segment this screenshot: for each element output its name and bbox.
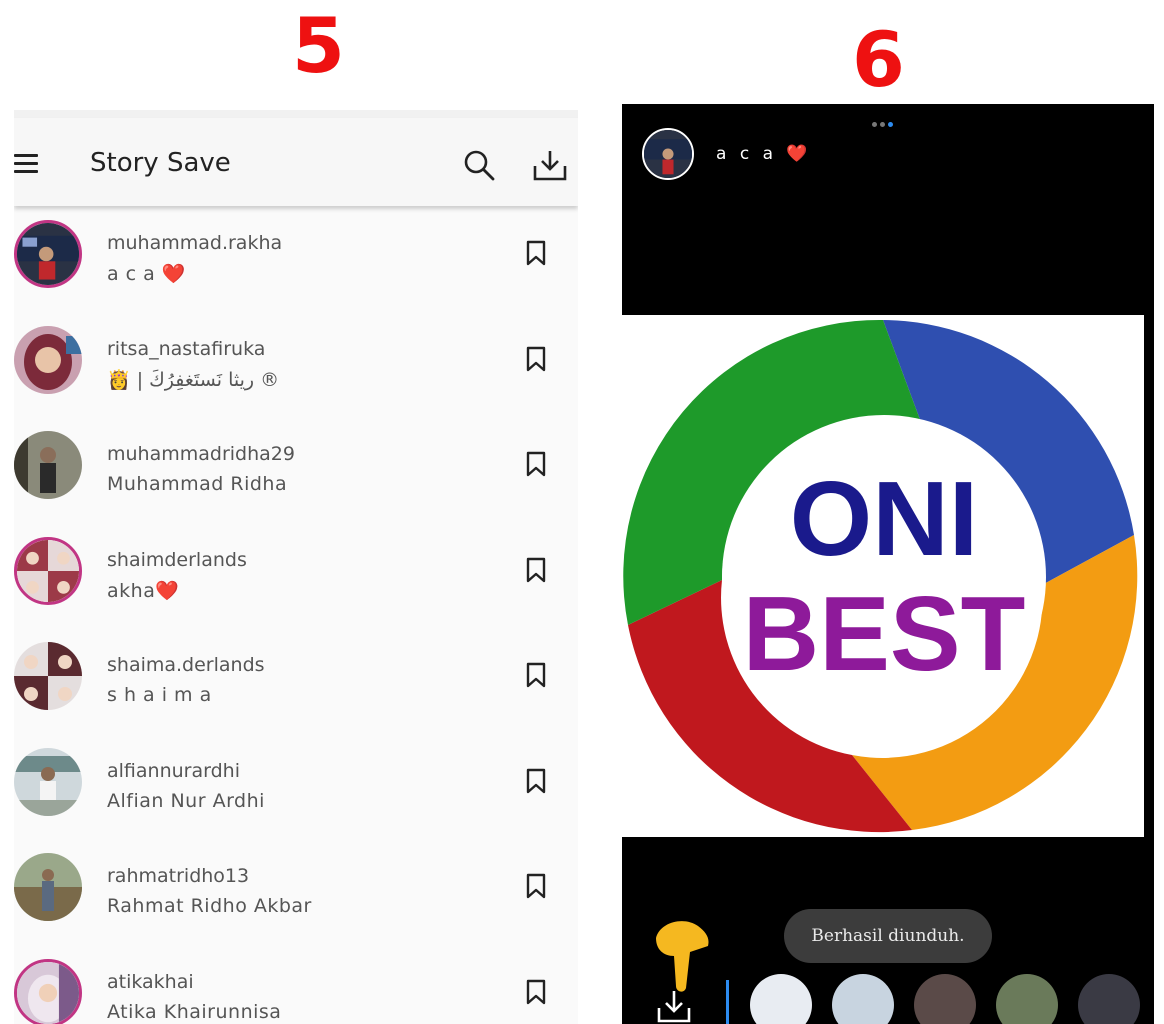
bookmark-icon[interactable]	[526, 240, 546, 266]
avatar	[14, 642, 82, 710]
logo-line1: ONI	[790, 460, 978, 578]
story-thumbnail[interactable]	[832, 974, 894, 1024]
username: muhammadridha29	[107, 443, 295, 465]
username: muhammad.rakha	[107, 232, 283, 254]
app-bar: Story Save	[14, 118, 578, 206]
search-icon[interactable]	[462, 148, 496, 182]
avatar	[14, 958, 82, 1024]
list-item[interactable]: shaima.derlands s h a i m a	[14, 632, 578, 738]
download-icon[interactable]	[656, 988, 692, 1024]
divider	[726, 980, 729, 1024]
display-name: a c a ❤️	[107, 263, 187, 285]
username: atikakhai	[107, 970, 194, 993]
status-bar	[14, 110, 578, 118]
username: shaimderlands	[107, 548, 247, 571]
avatar	[14, 747, 82, 816]
display-name: akha❤️	[107, 579, 180, 602]
list-item[interactable]: alfiannurardhi Alfian Nur Ardhi	[14, 738, 578, 844]
pointing-hand-icon	[656, 921, 709, 992]
avatar	[14, 220, 82, 288]
list-item[interactable]: rahmatridho13 Rahmat Ridho Akbar	[14, 843, 578, 949]
page-indicator	[872, 112, 896, 131]
bookmark-icon[interactable]	[526, 873, 546, 899]
display-name: Muhammad Ridha	[107, 473, 288, 495]
story-thumbnail[interactable]	[1078, 974, 1140, 1024]
display-name: s h a i m a	[107, 684, 212, 706]
account-list: muhammad.rakha a c a ❤️ ritsa_nastafiruk…	[14, 210, 578, 1024]
download-icon[interactable]	[532, 148, 568, 182]
story-thumbnail[interactable]	[996, 974, 1058, 1024]
story-viewer: a c a ❤️ ONI BEST Berhasil diunduh.	[622, 104, 1154, 1024]
username: alfiannurardhi	[107, 759, 240, 782]
bookmark-icon[interactable]	[526, 768, 546, 794]
bookmark-icon[interactable]	[526, 451, 546, 477]
username: rahmatridho13	[107, 865, 250, 887]
bookmark-icon[interactable]	[526, 346, 546, 372]
app-title: Story Save	[90, 148, 231, 178]
username: ritsa_nastafiruka	[107, 337, 266, 360]
bookmark-icon[interactable]	[526, 557, 546, 583]
avatar	[14, 325, 82, 394]
story-username: a c a ❤️	[716, 144, 812, 164]
username: shaima.derlands	[107, 654, 265, 676]
display-name: Atika Khairunnisa	[107, 1000, 282, 1023]
list-item[interactable]: muhammadridha29 Muhammad Ridha	[14, 421, 578, 527]
list-item[interactable]: atikakhai Atika Khairunnisa	[14, 949, 578, 1024]
annotation-number-6: 6	[852, 15, 905, 104]
bookmark-icon[interactable]	[526, 979, 546, 1005]
avatar	[14, 431, 82, 499]
story-thumbnail[interactable]	[750, 974, 812, 1024]
avatar	[14, 536, 82, 605]
story-save-screen: Story Save muhammad.rakha a c a ❤️ ritsa…	[14, 110, 578, 1024]
annotation-number-5: 5	[292, 1, 345, 90]
bookmark-icon[interactable]	[526, 662, 546, 688]
display-name: 👸 | ريثا نَستَغفِرُكَ ®	[107, 368, 280, 391]
list-item[interactable]: shaimderlands akha❤️	[14, 527, 578, 633]
logo-graphic: ONI BEST	[622, 315, 1144, 837]
display-name: Rahmat Ridho Akbar	[107, 895, 312, 917]
list-item[interactable]: ritsa_nastafiruka 👸 | ريثا نَستَغفِرُكَ …	[14, 316, 578, 422]
story-image: ONI BEST	[622, 315, 1144, 837]
download-toast: Berhasil diunduh.	[784, 909, 992, 963]
logo-line2: BEST	[743, 575, 1026, 693]
avatar	[14, 853, 82, 921]
display-name: Alfian Nur Ardhi	[107, 789, 265, 812]
story-avatar[interactable]	[642, 128, 694, 180]
menu-icon[interactable]	[14, 154, 38, 178]
story-thumbnail[interactable]	[914, 974, 976, 1024]
list-item[interactable]: muhammad.rakha a c a ❤️	[14, 210, 578, 316]
